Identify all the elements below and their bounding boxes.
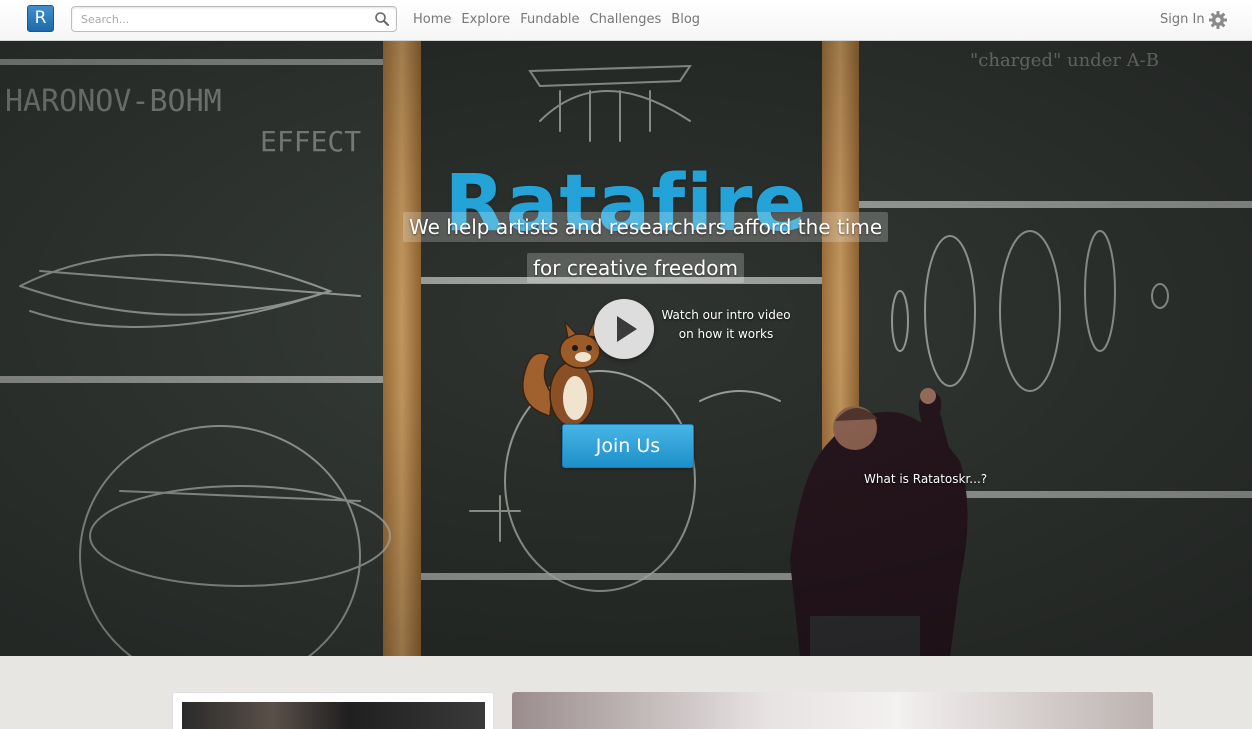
tagline-line-2: for creative freedom: [527, 253, 744, 283]
nav-home[interactable]: Home: [413, 12, 451, 27]
intro-video-caption[interactable]: Watch our intro video on how it works: [660, 306, 792, 344]
featured-card-image: [182, 702, 485, 729]
play-icon: [617, 316, 637, 342]
sign-in-link[interactable]: Sign In: [1160, 12, 1205, 27]
featured-card-left[interactable]: [172, 692, 494, 729]
search-input[interactable]: [81, 10, 371, 28]
gear-icon[interactable]: [1208, 10, 1228, 30]
nav-challenges[interactable]: Challenges: [590, 12, 662, 27]
nav-fundable[interactable]: Fundable: [520, 12, 579, 27]
play-video-button[interactable]: [594, 299, 654, 359]
search-icon[interactable]: [374, 11, 390, 27]
video-caption-line-2: on how it works: [678, 327, 774, 341]
featured-card-right[interactable]: [512, 692, 1153, 729]
ratafire-logo[interactable]: R: [27, 5, 54, 32]
what-is-ratatoskr-link[interactable]: What is Ratatoskr...?: [864, 472, 987, 486]
search-box[interactable]: [71, 6, 397, 32]
video-caption-line-1: Watch our intro video: [661, 308, 791, 322]
join-us-button[interactable]: Join Us: [562, 424, 694, 468]
top-navigation-bar: R Home Explore Fundable Challenges Blog …: [0, 0, 1252, 41]
tagline-line-1: We help artists and researchers afford t…: [403, 212, 889, 242]
main-nav: Home Explore Fundable Challenges Blog: [413, 12, 700, 27]
hero-banner: HARONOV-BOHM EFFECT "charged" under A-B: [0, 41, 1252, 656]
content-preview-section: [0, 656, 1252, 729]
nav-blog[interactable]: Blog: [671, 12, 700, 27]
nav-explore[interactable]: Explore: [461, 12, 510, 27]
